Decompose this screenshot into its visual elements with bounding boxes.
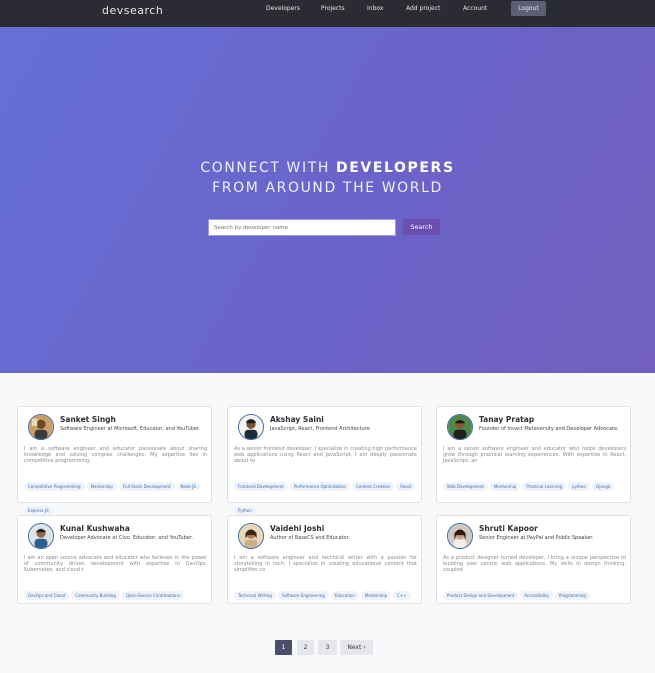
- navbar: devsearch Developers Projects Inbox Add …: [0, 0, 655, 27]
- developer-card[interactable]: Akshay Saini JavaScript, React, Frontend…: [227, 406, 422, 515]
- developer-bio: I am a senior software engineer and educ…: [443, 446, 626, 465]
- skill-tag: Open-Source Contributions: [121, 591, 184, 600]
- nav-link-add-project[interactable]: Add project: [406, 5, 440, 12]
- hero-heading-bold: DEVELOPERS: [336, 160, 455, 176]
- hero-heading-prefix: CONNECT WITH: [200, 160, 337, 176]
- skill-tag: Mentorship: [489, 482, 521, 491]
- skill-tag: Performance Optimization: [289, 482, 351, 491]
- skill-tags: Product Design and Development Accessibil…: [443, 582, 629, 606]
- nav-link-projects[interactable]: Projects: [321, 5, 345, 12]
- pagination-page-2[interactable]: 2: [297, 640, 314, 655]
- avatar: [447, 523, 473, 549]
- skill-tag: Django: [592, 482, 615, 491]
- skill-tag: Community Building: [71, 591, 120, 600]
- search-input[interactable]: [208, 219, 396, 236]
- skill-tag: Python: [234, 506, 256, 515]
- developer-card[interactable]: Kunal Kushwaha Developer Advocate at Civ…: [17, 515, 212, 604]
- skill-tag: Content Creation: [352, 482, 395, 491]
- developer-title: Developer Advocate at Civo, Educator, an…: [60, 535, 194, 541]
- brand-logo[interactable]: devsearch: [102, 4, 163, 17]
- skill-tag: Technical Writing: [234, 591, 276, 600]
- skill-tag: Product Design and Development: [443, 591, 519, 600]
- skill-tag: Accessibility: [520, 591, 553, 600]
- skill-tags: Web Development Mentorship Practical Learn…: [443, 473, 629, 497]
- skill-tags: Frontend Development Performance Optimiza…: [234, 473, 420, 521]
- developer-card[interactable]: Shruti Kapoor Senior Engineer at PayPal …: [436, 515, 631, 604]
- avatar: [447, 414, 473, 440]
- developer-card[interactable]: Tanay Pratap Founder of Invact Metaversi…: [436, 406, 631, 503]
- developer-bio: I am a software engineer and educator pa…: [24, 446, 207, 465]
- avatar: [238, 414, 264, 440]
- avatar: [28, 414, 54, 440]
- developer-name: Sanket Singh: [60, 415, 116, 424]
- skill-tag: Node JS: [176, 482, 200, 491]
- skill-tag: Frontend Development: [234, 482, 288, 491]
- developer-title: Founder of Invact Metaversity and Develo…: [479, 426, 619, 432]
- skill-tag: Software Engineering: [277, 591, 329, 600]
- skill-tag: Practical Learning: [522, 482, 567, 491]
- hero-section: CONNECT WITH DEVELOPERS FROM AROUND THE …: [0, 27, 655, 373]
- hero-heading-line2: FROM AROUND THE WORLD: [212, 180, 443, 196]
- developer-name: Akshay Saini: [270, 415, 324, 424]
- developer-card[interactable]: Sanket Singh Software Engineer at Micros…: [17, 406, 212, 515]
- developer-title: JavaScript, React, Frontend Architecture: [270, 426, 370, 432]
- developer-bio: As a product designer turned developer, …: [443, 555, 626, 574]
- search-button[interactable]: Search: [403, 219, 440, 235]
- developer-bio: I am a software engineer and technical w…: [234, 555, 417, 574]
- developer-name: Tanay Pratap: [479, 415, 535, 424]
- skill-tag: Mentorship: [360, 591, 392, 600]
- nav-link-developers[interactable]: Developers: [266, 5, 300, 12]
- developer-name: Shruti Kapoor: [479, 524, 538, 533]
- skill-tag: python: [568, 482, 591, 491]
- developer-title: Author of BaseCS and Educator.: [270, 535, 350, 541]
- skill-tags: DevOps and Cloud Community Building Open-S…: [24, 582, 210, 606]
- skill-tag: Programming: [554, 591, 590, 600]
- skill-tag: Competitive Programming: [24, 482, 85, 491]
- logout-button[interactable]: Logout: [511, 1, 546, 16]
- skill-tag: Mentorship: [86, 482, 117, 491]
- developer-bio: As a senior frontend developer, I specia…: [234, 446, 417, 465]
- pagination-page-1[interactable]: 1: [275, 640, 292, 655]
- pagination-next-button[interactable]: Next ›: [340, 640, 373, 655]
- developer-title: Senior Engineer at PayPal and Public Spe…: [479, 535, 594, 541]
- skill-tags: Technical Writing Software Engineering Edu…: [234, 582, 420, 606]
- developer-name: Vaidehi Joshi: [270, 524, 325, 533]
- skill-tag: C++: [393, 591, 411, 600]
- skill-tag: React: [396, 482, 416, 491]
- developer-name: Kunal Kushwaha: [60, 524, 130, 533]
- avatar: [238, 523, 264, 549]
- avatar: [28, 523, 54, 549]
- developer-bio: I am an open source advocate and educato…: [24, 555, 207, 574]
- skill-tag: DevOps and Cloud: [24, 591, 70, 600]
- nav-link-inbox[interactable]: Inbox: [367, 5, 383, 12]
- hero-heading-line1: CONNECT WITH DEVELOPERS: [0, 160, 655, 176]
- skill-tag: Education: [330, 591, 359, 600]
- nav-link-account[interactable]: Account: [463, 5, 487, 12]
- skill-tag: Web Development: [443, 482, 488, 491]
- skill-tag: Full-Stack Development: [118, 482, 175, 491]
- skill-tag: Express JS: [24, 506, 53, 515]
- developer-title: Software Engineer at Microsoft, Educator…: [60, 426, 201, 432]
- pagination-page-3[interactable]: 3: [318, 640, 337, 655]
- developer-card[interactable]: Vaidehi Joshi Author of BaseCS and Educa…: [227, 515, 422, 604]
- skill-tags: Competitive Programming Mentorship Full-St…: [24, 473, 210, 521]
